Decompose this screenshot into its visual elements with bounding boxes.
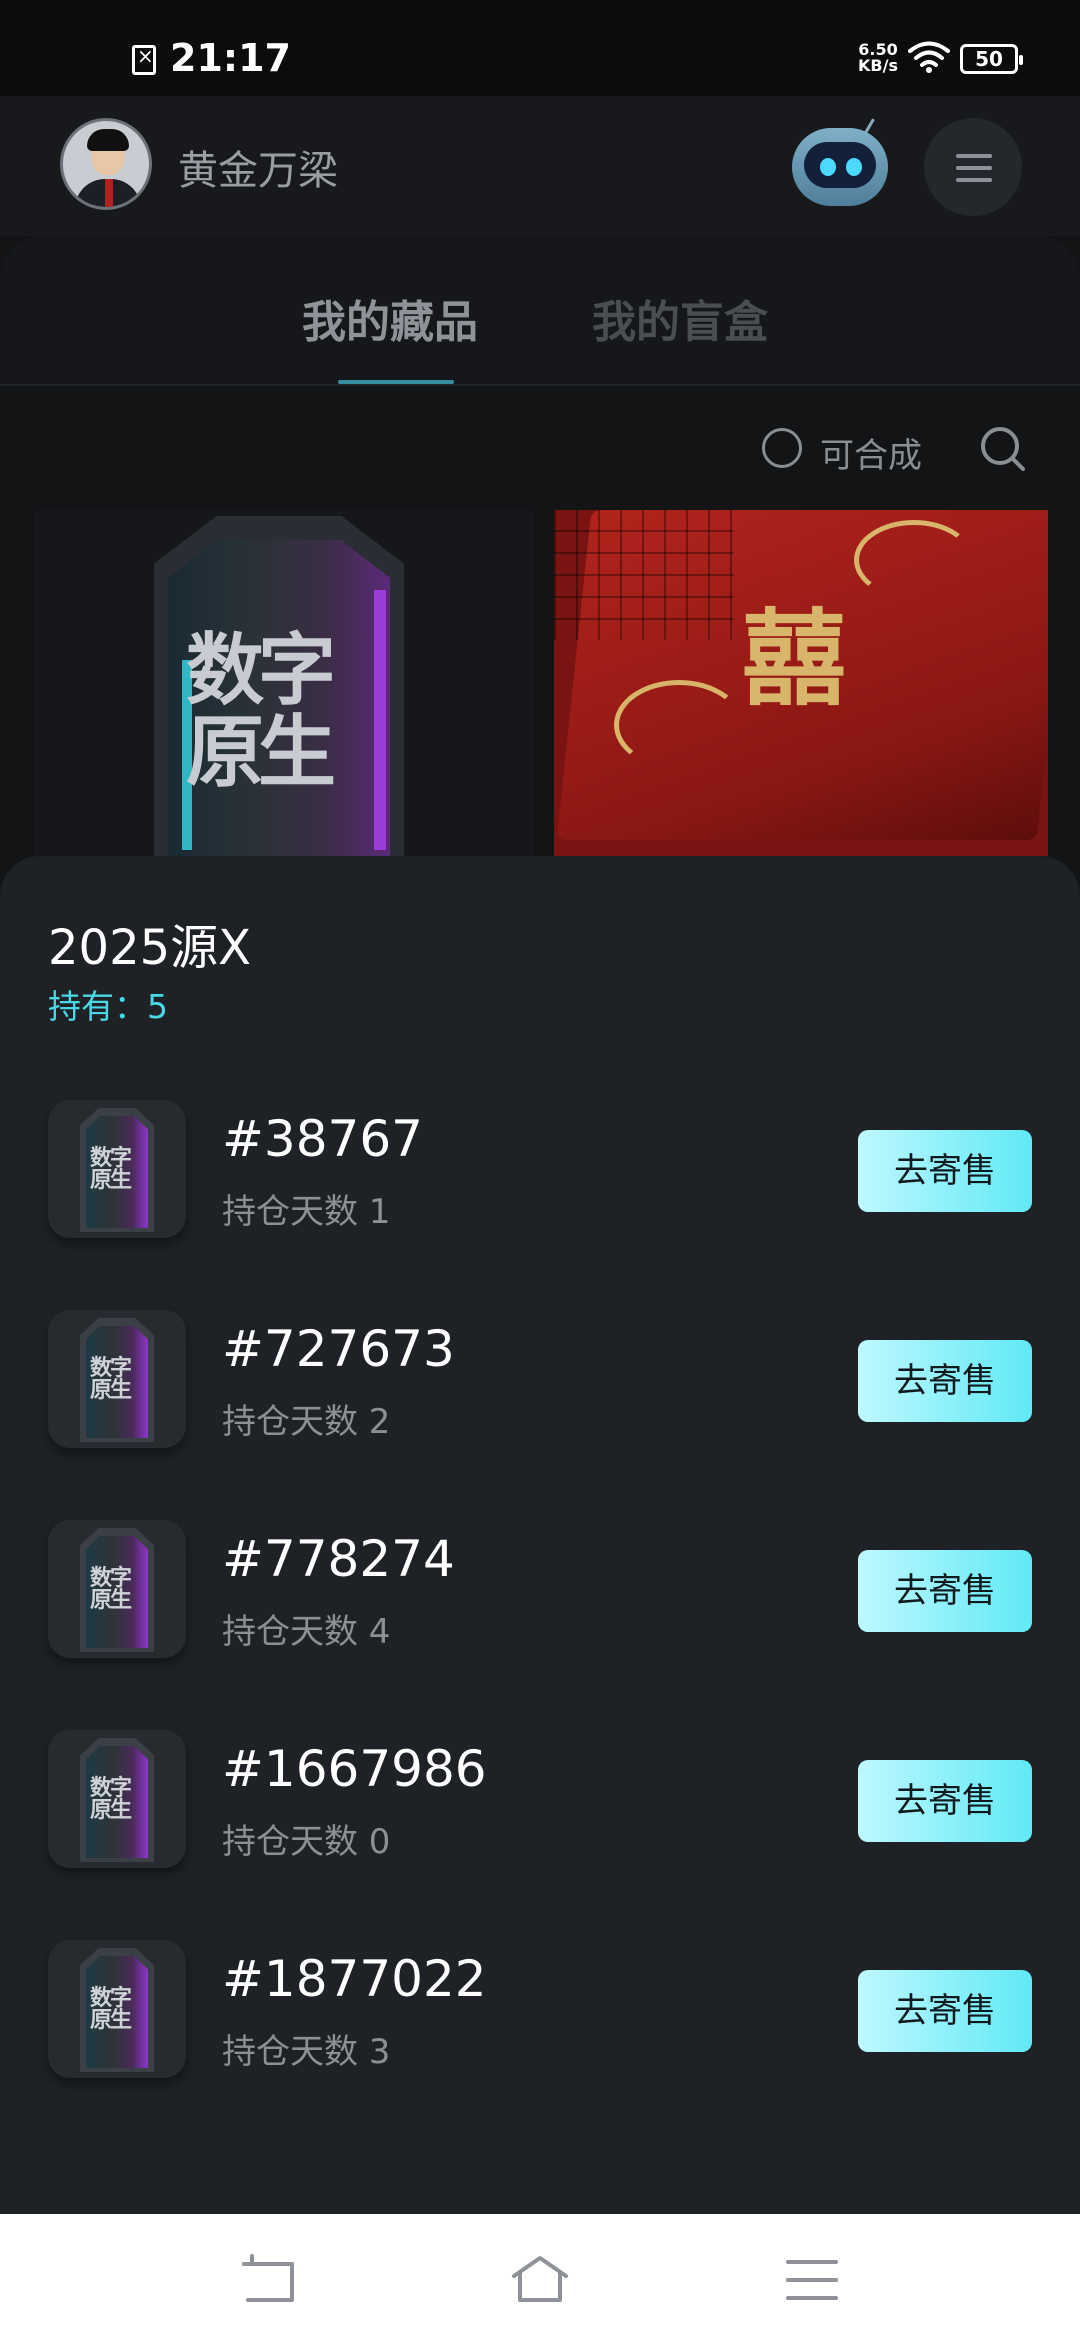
tab-my-collection[interactable]: 我的藏品	[302, 286, 478, 350]
header: 黄金万梁	[0, 96, 1080, 236]
screen: 21:17 6.50 KB/s 50 黄金万梁	[0, 0, 1080, 2340]
holding-row[interactable]: 数字 原生 #1667986 持仓天数 0 去寄售	[0, 1730, 1080, 1870]
item-thumbnail: 数字 原生	[48, 1520, 186, 1658]
item-id: #778274	[222, 1530, 455, 1588]
item-thumbnail: 数字 原生	[48, 1940, 186, 2078]
network-speed: 6.50 KB/s	[858, 42, 898, 74]
holding-days: 持仓天数 1	[222, 1192, 391, 1232]
home-icon[interactable]	[510, 2254, 570, 2306]
search-icon[interactable]	[978, 424, 1026, 472]
holding-row[interactable]: 数字 原生 #38767 持仓天数 1 去寄售	[0, 1100, 1080, 1240]
holding-days: 持仓天数 3	[222, 2032, 391, 2072]
item-id: #727673	[222, 1320, 455, 1378]
back-icon[interactable]	[240, 2254, 300, 2306]
consign-button[interactable]: 去寄售	[858, 1130, 1032, 1212]
synthesizable-label[interactable]: 可合成	[820, 428, 922, 477]
item-thumbnail: 数字 原生	[48, 1100, 186, 1238]
holding-count: 持有：5	[48, 987, 168, 1026]
holding-row[interactable]: 数字 原生 #778274 持仓天数 4 去寄售	[0, 1520, 1080, 1660]
item-id: #38767	[222, 1110, 423, 1168]
item-id: #1667986	[222, 1740, 487, 1798]
username: 黄金万梁	[178, 148, 338, 194]
tab-indicator	[338, 380, 454, 384]
battery-icon: 50	[960, 44, 1023, 74]
sim-error-icon	[132, 44, 156, 75]
holding-days: 持仓天数 0	[222, 1822, 391, 1862]
consign-button[interactable]: 去寄售	[858, 1760, 1032, 1842]
item-thumbnail: 数字 原生	[48, 1730, 186, 1868]
status-bar: 21:17 6.50 KB/s 50	[0, 0, 1080, 96]
card-artwork-text: 囍	[742, 598, 847, 720]
card-artwork-text: 数字原生	[186, 626, 336, 798]
holding-row[interactable]: 数字 原生 #1877022 持仓天数 3 去寄售	[0, 1940, 1080, 2080]
tab-bar: 我的藏品 我的盲盒	[0, 236, 1080, 386]
item-id: #1877022	[222, 1950, 487, 2008]
robot-assistant-icon[interactable]	[790, 118, 890, 210]
consign-button[interactable]: 去寄售	[858, 1550, 1032, 1632]
menu-button[interactable]	[924, 118, 1022, 216]
system-nav-bar	[0, 2214, 1080, 2340]
network-speed-unit: KB/s	[858, 56, 898, 75]
wifi-icon	[908, 41, 950, 73]
consign-button[interactable]: 去寄售	[858, 1340, 1032, 1422]
collection-card-digital-native[interactable]: 数字原生	[34, 510, 534, 856]
filter-row: 可合成	[0, 386, 1080, 510]
sheet-title: 2025源X	[48, 920, 252, 976]
holdings-sheet: 2025源X 持有：5 数字 原生 #38767 持仓天数 1 去寄售 数字 原生 …	[0, 856, 1080, 2214]
collection-card-red-gift-box[interactable]: 囍	[554, 510, 1048, 856]
item-thumbnail: 数字 原生	[48, 1310, 186, 1448]
holding-days: 持仓天数 2	[222, 1402, 391, 1442]
avatar[interactable]	[60, 118, 152, 210]
tab-my-blind-box[interactable]: 我的盲盒	[592, 286, 768, 350]
synthesizable-radio[interactable]	[762, 428, 802, 468]
recents-icon[interactable]	[782, 2254, 842, 2306]
status-time: 21:17	[170, 36, 291, 80]
holding-row[interactable]: 数字 原生 #727673 持仓天数 2 去寄售	[0, 1310, 1080, 1450]
menu-icon	[956, 154, 992, 158]
consign-button[interactable]: 去寄售	[858, 1970, 1032, 2052]
holding-days: 持仓天数 4	[222, 1612, 391, 1652]
